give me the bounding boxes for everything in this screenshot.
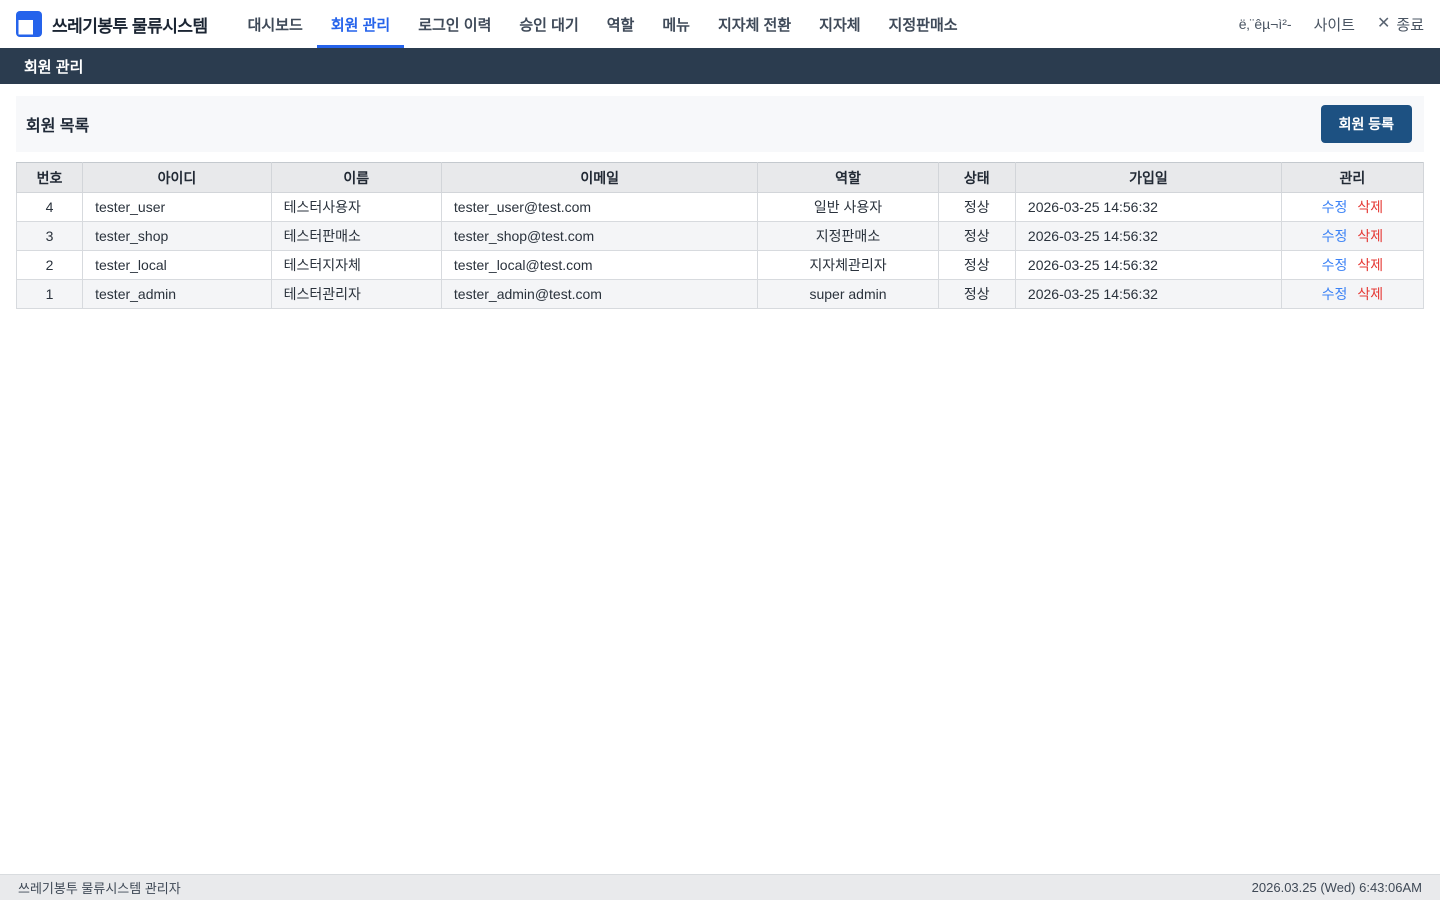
table-row: 4 tester_user 테스터사용자 tester_user@test.com 일반… bbox=[15, 192, 1425, 222]
section-header-panel: 회원 목록 회원 등록 bbox=[16, 96, 1424, 152]
cell-id: tester_shop bbox=[82, 221, 272, 251]
cell-joined: 2026-03-25 14:56:32 bbox=[1014, 250, 1282, 280]
app-logo-icon bbox=[16, 11, 42, 37]
nav-item-link[interactable]: 지자체 bbox=[805, 0, 874, 48]
cell-status: 정상 bbox=[937, 192, 1016, 222]
col-header-actions: 관리 bbox=[1280, 162, 1425, 193]
cell-actions: 수정 삭제 bbox=[1280, 221, 1425, 251]
cell-email: tester_user@test.com bbox=[440, 192, 759, 222]
org-name-label: ë‚¨êµ¬ì²- bbox=[1238, 16, 1292, 32]
cell-no: 3 bbox=[15, 221, 84, 251]
cell-role: 지자체관리자 bbox=[757, 250, 939, 280]
delete-link[interactable]: 삭제 bbox=[1357, 199, 1383, 215]
edit-link[interactable]: 수정 bbox=[1322, 228, 1348, 244]
cell-actions: 수정 삭제 bbox=[1280, 192, 1425, 222]
cell-role: 일반 사용자 bbox=[757, 192, 939, 222]
cell-id: tester_admin bbox=[82, 279, 272, 309]
edit-link[interactable]: 수정 bbox=[1322, 199, 1348, 215]
cell-email: tester_local@test.com bbox=[440, 250, 759, 280]
nav-item-link[interactable]: 로그인 이력 bbox=[404, 0, 505, 48]
main-nav: 대시보드 회원 관리 로그인 이력 승인 대기 역할 메뉴 지자체 전환 지자체 지정판매소 bbox=[234, 0, 972, 48]
col-header-no: 번호 bbox=[15, 162, 84, 193]
footer-left-text: 쓰레기봉투 물류시스템 관리자 bbox=[18, 881, 181, 896]
cell-name: 테스터판매소 bbox=[270, 221, 442, 251]
col-header-role: 역할 bbox=[757, 162, 939, 193]
cell-role: super admin bbox=[757, 279, 939, 309]
cell-actions: 수정 삭제 bbox=[1280, 250, 1425, 280]
section-title: 회원 목록 bbox=[26, 118, 90, 135]
page-title-bar: 회원 관리 bbox=[0, 48, 1440, 84]
cell-email: tester_admin@test.com bbox=[440, 279, 759, 309]
cell-no: 4 bbox=[15, 192, 84, 222]
nav-item-link[interactable]: 승인 대기 bbox=[505, 0, 592, 48]
cell-role: 지정판매소 bbox=[757, 221, 939, 251]
col-header-status: 상태 bbox=[937, 162, 1016, 193]
delete-link[interactable]: 삭제 bbox=[1357, 228, 1383, 244]
cell-name: 테스터관리자 bbox=[270, 279, 442, 309]
main-content: 회원 목록 회원 등록 번호 아이디 이름 이메일 역할 상태 가입일 관리 4… bbox=[0, 84, 1440, 309]
cell-id: tester_local bbox=[82, 250, 272, 280]
cell-name: 테스터지자체 bbox=[270, 250, 442, 280]
cell-id: tester_user bbox=[82, 192, 272, 222]
table-row: 2 tester_local 테스터지자체 tester_local@test.com… bbox=[15, 250, 1425, 280]
cell-no: 1 bbox=[15, 279, 84, 309]
cell-name: 테스터사용자 bbox=[270, 192, 442, 222]
cell-actions: 수정 삭제 bbox=[1280, 279, 1425, 309]
col-header-id: 아이디 bbox=[82, 162, 272, 193]
cell-status: 정상 bbox=[937, 250, 1016, 280]
logout-button[interactable]: ✕ 종료 bbox=[1377, 14, 1424, 35]
top-header: 쓰레기봉투 물류시스템 대시보드 회원 관리 로그인 이력 승인 대기 역할 메뉴 지자체 … bbox=[0, 0, 1440, 48]
nav-item-active[interactable]: 회원 관리 bbox=[316, 0, 405, 48]
col-header-email: 이메일 bbox=[440, 162, 759, 193]
topbar-right: ë‚¨êµ¬ì²- 사이트 ✕ 종료 bbox=[1239, 0, 1424, 48]
cell-joined: 2026-03-25 14:56:32 bbox=[1014, 279, 1282, 309]
delete-link[interactable]: 삭제 bbox=[1357, 286, 1383, 302]
member-table: 번호 아이디 이름 이메일 역할 상태 가입일 관리 4 tester_user 테… bbox=[15, 162, 1425, 309]
cell-email: tester_shop@test.com bbox=[440, 221, 759, 251]
table-row: 3 tester_shop 테스터판매소 tester_shop@test.com 지정… bbox=[15, 221, 1425, 251]
register-member-button[interactable]: 회원 등록 bbox=[1320, 105, 1412, 143]
cell-no: 2 bbox=[15, 250, 84, 280]
delete-link[interactable]: 삭제 bbox=[1357, 257, 1383, 273]
brand: 쓰레기봉투 물류시스템 bbox=[16, 0, 208, 48]
col-header-joined: 가입일 bbox=[1014, 162, 1282, 193]
member-table-wrap: 번호 아이디 이름 이메일 역할 상태 가입일 관리 4 tester_user 테… bbox=[15, 162, 1425, 309]
nav-item-link[interactable]: 메뉴 bbox=[648, 0, 704, 48]
nav-item-link[interactable]: 지정판매소 bbox=[875, 0, 972, 48]
page-title: 회원 관리 bbox=[24, 58, 84, 76]
nav-item-link[interactable]: 역할 bbox=[593, 0, 649, 48]
table-header-row: 번호 아이디 이름 이메일 역할 상태 가입일 관리 bbox=[15, 162, 1425, 193]
site-link[interactable]: 사이트 bbox=[1314, 14, 1355, 35]
close-icon: ✕ bbox=[1376, 15, 1391, 32]
nav-item-link[interactable]: 지자체 전환 bbox=[704, 0, 805, 48]
cell-status: 정상 bbox=[937, 279, 1016, 309]
edit-link[interactable]: 수정 bbox=[1322, 257, 1348, 273]
cell-status: 정상 bbox=[937, 221, 1016, 251]
cell-joined: 2026-03-25 14:56:32 bbox=[1014, 192, 1282, 222]
cell-joined: 2026-03-25 14:56:32 bbox=[1014, 221, 1282, 251]
col-header-name: 이름 bbox=[270, 162, 442, 193]
app-title: 쓰레기봉투 물류시스템 bbox=[52, 16, 208, 36]
footer-datetime: 2026.03.25 (Wed) 6:43:06AM bbox=[1251, 880, 1422, 895]
logout-label: 종료 bbox=[1396, 16, 1424, 34]
footer: 쓰레기봉투 물류시스템 관리자 2026.03.25 (Wed) 6:43:06… bbox=[0, 874, 1440, 900]
member-table-body: 4 tester_user 테스터사용자 tester_user@test.com 일반… bbox=[15, 192, 1425, 309]
nav-item-link[interactable]: 대시보드 bbox=[234, 0, 317, 48]
edit-link[interactable]: 수정 bbox=[1322, 286, 1348, 302]
table-row: 1 tester_admin 테스터관리자 tester_admin@test.com… bbox=[15, 279, 1425, 309]
